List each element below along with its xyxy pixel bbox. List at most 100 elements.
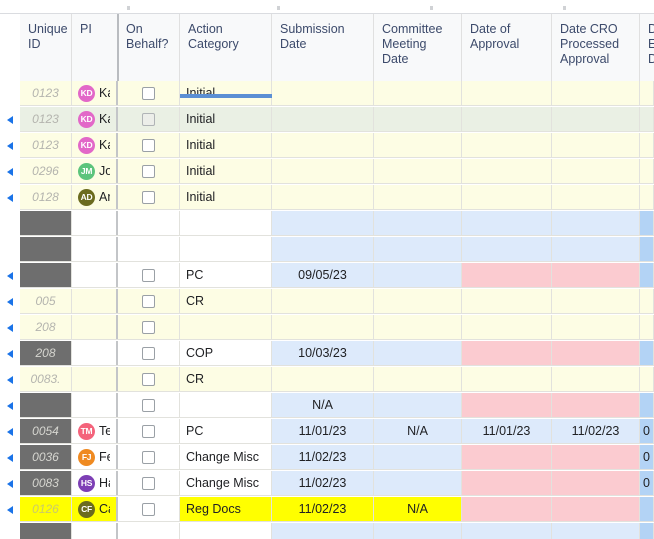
cell-action-category[interactable]: Initial (180, 81, 272, 105)
table-row[interactable]: 0083. CR (0, 367, 654, 392)
cell-date-of-approval[interactable] (462, 289, 552, 313)
table-row[interactable]: 208 COP 10/03/23 (0, 341, 654, 366)
cell-date-of-approval[interactable] (462, 445, 552, 469)
cell-on-behalf[interactable] (118, 263, 180, 287)
table-row[interactable]: 0123 KD Kat Initial (0, 81, 654, 106)
cell-pi[interactable]: AD And (72, 185, 118, 209)
cell-date-of-approval[interactable] (462, 523, 552, 539)
cell-committee-meeting-date[interactable] (374, 445, 462, 469)
row-expand-marker[interactable] (0, 393, 20, 418)
cell-action-category[interactable]: CR (180, 367, 272, 391)
cell-committee-meeting-date[interactable] (374, 211, 462, 235)
cell-next-col[interactable] (640, 315, 654, 339)
cell-next-col[interactable]: 0 (640, 471, 654, 495)
cell-committee-meeting-date[interactable] (374, 263, 462, 287)
cell-on-behalf[interactable] (118, 237, 180, 261)
cell-on-behalf[interactable] (118, 341, 180, 365)
cell-submission-date[interactable] (272, 289, 374, 313)
cell-action-category[interactable]: CR (180, 289, 272, 313)
cell-committee-meeting-date[interactable] (374, 81, 462, 105)
cell-action-category[interactable] (180, 237, 272, 261)
cell-on-behalf[interactable] (118, 211, 180, 235)
cell-submission-date[interactable] (272, 367, 374, 391)
cell-pi[interactable]: TM Tec (72, 419, 118, 443)
cell-date-cro-processed-approval[interactable] (552, 133, 640, 157)
row-expand-marker[interactable] (0, 367, 20, 392)
cell-next-col[interactable] (640, 393, 654, 417)
on-behalf-checkbox[interactable] (142, 320, 155, 334)
cell-date-cro-processed-approval[interactable] (552, 211, 640, 235)
cell-unique-id[interactable] (20, 393, 72, 417)
sheet-grid[interactable]: Unique IDPIƒxOn Behalf?Action CategorySu… (0, 14, 654, 539)
cell-submission-date[interactable] (272, 107, 374, 131)
cell-next-col[interactable] (640, 263, 654, 287)
cell-date-of-approval[interactable] (462, 315, 552, 339)
cell-action-category[interactable]: Initial (180, 159, 272, 183)
cell-date-cro-processed-approval[interactable] (552, 159, 640, 183)
cell-next-col[interactable] (640, 523, 654, 539)
cell-committee-meeting-date[interactable] (374, 341, 462, 365)
cell-date-of-approval[interactable] (462, 107, 552, 131)
cell-submission-date[interactable]: 11/01/23 (272, 419, 374, 443)
cell-on-behalf[interactable] (118, 419, 180, 443)
cell-date-cro-processed-approval[interactable] (552, 523, 640, 539)
cell-date-of-approval[interactable] (462, 341, 552, 365)
cell-unique-id[interactable]: 0036 (20, 445, 72, 469)
row-expand-marker[interactable] (0, 419, 20, 444)
cell-action-category[interactable]: Change Misc (180, 445, 272, 469)
cell-action-category[interactable] (180, 523, 272, 539)
row-expand-marker[interactable] (0, 315, 20, 340)
cell-pi[interactable] (72, 263, 118, 287)
cell-date-cro-processed-approval[interactable]: 11/02/23 (552, 419, 640, 443)
cell-date-of-approval[interactable] (462, 185, 552, 209)
cell-committee-meeting-date[interactable] (374, 523, 462, 539)
cell-next-col[interactable] (640, 237, 654, 261)
cell-pi[interactable] (72, 393, 118, 417)
cell-pi[interactable]: FJ Fer (72, 445, 118, 469)
cell-action-category[interactable]: PC (180, 419, 272, 443)
cell-next-col[interactable]: 0 (640, 445, 654, 469)
cell-committee-meeting-date[interactable] (374, 237, 462, 261)
cell-date-of-approval[interactable] (462, 133, 552, 157)
cell-date-cro-processed-approval[interactable] (552, 497, 640, 521)
cell-on-behalf[interactable] (118, 107, 180, 131)
cell-committee-meeting-date[interactable] (374, 315, 462, 339)
cell-committee-meeting-date[interactable]: N/A (374, 497, 462, 521)
cell-action-category[interactable] (180, 393, 272, 417)
cell-submission-date[interactable]: 09/05/23 (272, 263, 374, 287)
table-row[interactable] (0, 523, 654, 539)
cell-date-of-approval[interactable] (462, 81, 552, 105)
cell-unique-id[interactable]: 0123 (20, 81, 72, 105)
cell-next-col[interactable] (640, 211, 654, 235)
cell-submission-date[interactable] (272, 185, 374, 209)
cell-pi[interactable] (72, 211, 118, 235)
cell-unique-id[interactable] (20, 237, 72, 261)
row-expand-marker[interactable] (0, 107, 20, 132)
cell-next-col[interactable] (640, 81, 654, 105)
cell-unique-id[interactable]: 0126 (20, 497, 72, 521)
cell-unique-id[interactable]: 0083 (20, 471, 72, 495)
cell-pi[interactable] (72, 341, 118, 365)
cell-committee-meeting-date[interactable] (374, 471, 462, 495)
cell-action-category[interactable] (180, 315, 272, 339)
row-expand-marker[interactable] (0, 471, 20, 496)
cell-date-of-approval[interactable] (462, 159, 552, 183)
row-expand-marker[interactable] (0, 185, 20, 210)
cell-submission-date[interactable] (272, 159, 374, 183)
cell-on-behalf[interactable] (118, 185, 180, 209)
cell-action-category[interactable]: PC (180, 263, 272, 287)
table-row[interactable]: 0083 HS Hal Change Misc 11/02/23 0 (0, 471, 654, 496)
cell-unique-id[interactable] (20, 263, 72, 287)
cell-action-category[interactable]: Initial (180, 185, 272, 209)
on-behalf-checkbox[interactable] (142, 294, 155, 308)
on-behalf-checkbox[interactable] (142, 398, 155, 412)
cell-on-behalf[interactable] (118, 393, 180, 417)
cell-date-of-approval[interactable] (462, 497, 552, 521)
cell-date-cro-processed-approval[interactable] (552, 341, 640, 365)
row-expand-marker[interactable] (0, 445, 20, 470)
cell-pi[interactable]: JM Jon (72, 159, 118, 183)
cell-committee-meeting-date[interactable]: N/A (374, 419, 462, 443)
row-expand-marker[interactable] (0, 497, 20, 522)
cell-on-behalf[interactable] (118, 497, 180, 521)
cell-pi[interactable]: KD Kat (72, 81, 118, 105)
